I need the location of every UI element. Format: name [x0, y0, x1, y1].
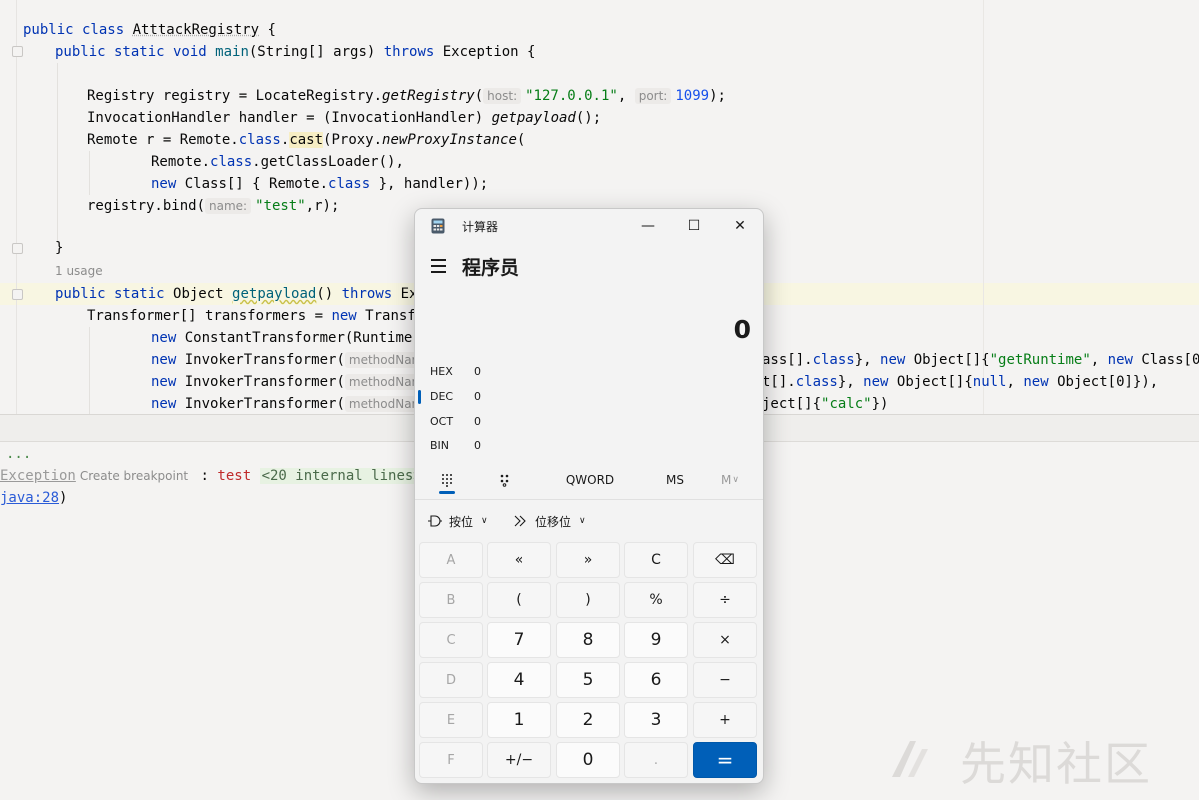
memory-list-button[interactable]: M ∨	[713, 463, 747, 497]
code-line: public static Object getpayload() throws…	[55, 286, 434, 302]
code-line: public static void main(String[] args) t…	[55, 44, 536, 60]
key-left-shift[interactable]: «	[487, 542, 551, 578]
calculator-keypad: A « » C ⌫ B ( ) % ÷ C 7 8 9 × D 4 5 6 − …	[419, 542, 759, 780]
console-line: java:28)	[0, 490, 68, 506]
key-4[interactable]: 4	[487, 662, 551, 698]
active-tab-indicator	[439, 491, 455, 494]
key-hex-f[interactable]: F	[419, 742, 483, 778]
code-line: new InvokerTransformer(methodNam	[151, 393, 431, 415]
indent-guide	[89, 151, 90, 195]
key-multiply[interactable]: ×	[693, 622, 757, 658]
exception-link[interactable]: Exception	[0, 468, 76, 484]
key-percent[interactable]: %	[624, 582, 688, 618]
indent-guide	[89, 327, 90, 414]
key-clear[interactable]: C	[624, 542, 688, 578]
key-hex-d[interactable]: D	[419, 662, 483, 698]
calculator-mode-title: 程序员	[462, 257, 520, 279]
key-close-paren[interactable]: )	[556, 582, 620, 618]
word-size-button[interactable]: QWORD	[555, 463, 625, 497]
indent-guide	[57, 63, 58, 243]
minimize-button[interactable]: —	[625, 209, 671, 243]
calculator-app-icon	[431, 218, 445, 234]
key-0[interactable]: 0	[556, 742, 620, 778]
code-line: Registry registry = LocateRegistry.getRe…	[87, 88, 726, 104]
source-link[interactable]: java:28	[0, 490, 59, 506]
toolbar-divider	[415, 499, 763, 500]
calculator-toolbar: QWORD MS M ∨	[415, 463, 763, 497]
key-2[interactable]: 2	[556, 702, 620, 738]
create-breakpoint-link[interactable]: Create breakpoint	[80, 469, 188, 483]
base-dec[interactable]: DEC 0	[415, 385, 763, 409]
key-add[interactable]: +	[693, 702, 757, 738]
watermark-text: 先知社区	[960, 737, 1152, 791]
calculator-titlebar[interactable]: 计算器 — ☐ ✕	[415, 209, 763, 243]
bit-toggle-tab[interactable]	[489, 463, 521, 497]
key-9[interactable]: 9	[624, 622, 688, 658]
window-title: 计算器	[462, 220, 499, 234]
code-line: Transformer[] transformers = new Transfo…	[87, 308, 433, 324]
key-3[interactable]: 3	[624, 702, 688, 738]
code-line: public class AtttackRegistry {	[23, 22, 276, 38]
code-line: new InvokerTransformer(methodNam	[151, 349, 431, 371]
key-backspace[interactable]: ⌫	[693, 542, 757, 578]
code-line: new ConstantTransformer(Runtime.c	[151, 330, 429, 346]
keypad-icon	[442, 474, 452, 487]
code-line-tail: ject[]{"calc"})	[762, 396, 889, 412]
chevron-down-icon: ∨	[481, 516, 488, 526]
bitwise-dropdown[interactable]: 按位 ∨	[427, 507, 488, 535]
key-hex-c[interactable]: C	[419, 622, 483, 658]
bitwise-gate-icon	[428, 515, 442, 527]
usage-hint[interactable]: 1 usage	[55, 264, 103, 278]
key-subtract[interactable]: −	[693, 662, 757, 698]
key-hex-e[interactable]: E	[419, 702, 483, 738]
fold-icon[interactable]	[12, 46, 23, 57]
code-line: InvocationHandler handler = (InvocationH…	[87, 110, 602, 126]
key-hex-b[interactable]: B	[419, 582, 483, 618]
key-open-paren[interactable]: (	[487, 582, 551, 618]
key-7[interactable]: 7	[487, 622, 551, 658]
code-line: }	[55, 240, 64, 256]
key-hex-a[interactable]: A	[419, 542, 483, 578]
key-divide[interactable]: ÷	[693, 582, 757, 618]
hamburger-menu-icon[interactable]	[427, 255, 451, 277]
result-display: 0	[733, 315, 751, 344]
code-line-tail: t[].class}, new Object[]{null, new Objec…	[762, 374, 1159, 390]
memory-store-button[interactable]: MS	[655, 463, 695, 497]
bit-operations-row: 按位 ∨ 位移位 ∨	[415, 507, 763, 535]
watermark-logo-icon	[892, 741, 928, 777]
fold-icon[interactable]	[12, 289, 23, 300]
key-6[interactable]: 6	[624, 662, 688, 698]
chevron-down-icon: ∨	[579, 516, 586, 526]
console-line: Exception Create breakpoint : test <20 in…	[0, 468, 424, 484]
code-line: Remote.class.getClassLoader(),	[151, 154, 404, 170]
internal-lines-fold[interactable]: <20 internal lines>	[259, 468, 424, 484]
base-bin[interactable]: BIN 0	[415, 434, 763, 458]
console-folded-dots[interactable]: ...	[6, 443, 31, 465]
key-5[interactable]: 5	[556, 662, 620, 698]
gutter-border	[16, 0, 17, 414]
base-oct[interactable]: OCT 0	[415, 410, 763, 434]
key-negate[interactable]: +/−	[487, 742, 551, 778]
code-line: new Class[] { Remote.class }, handler));	[151, 176, 489, 192]
base-hex[interactable]: HEX 0	[415, 360, 763, 384]
bit-keypad-icon	[500, 474, 509, 487]
fold-icon[interactable]	[12, 243, 23, 254]
maximize-button[interactable]: ☐	[671, 209, 717, 243]
key-right-shift[interactable]: »	[556, 542, 620, 578]
bitshift-dropdown[interactable]: 位移位 ∨	[513, 507, 586, 535]
key-1[interactable]: 1	[487, 702, 551, 738]
key-decimal[interactable]: .	[624, 742, 688, 778]
calculator-window[interactable]: 计算器 — ☐ ✕ 程序员 0 HEX 0 DEC 0 OCT 0 BIN 0	[414, 208, 764, 784]
code-line: registry.bind(name: "test",r);	[87, 198, 340, 214]
close-button[interactable]: ✕	[717, 209, 763, 243]
code-line-tail: ass[].class}, new Object[]{"getRuntime",…	[762, 352, 1199, 368]
code-line: new InvokerTransformer(methodNam	[151, 371, 431, 393]
key-equals[interactable]: =	[693, 742, 757, 778]
bitshift-icon	[514, 515, 526, 527]
code-line: Remote r = Remote.class.cast(Proxy.newPr…	[87, 132, 526, 148]
key-8[interactable]: 8	[556, 622, 620, 658]
selected-indicator	[418, 390, 421, 404]
